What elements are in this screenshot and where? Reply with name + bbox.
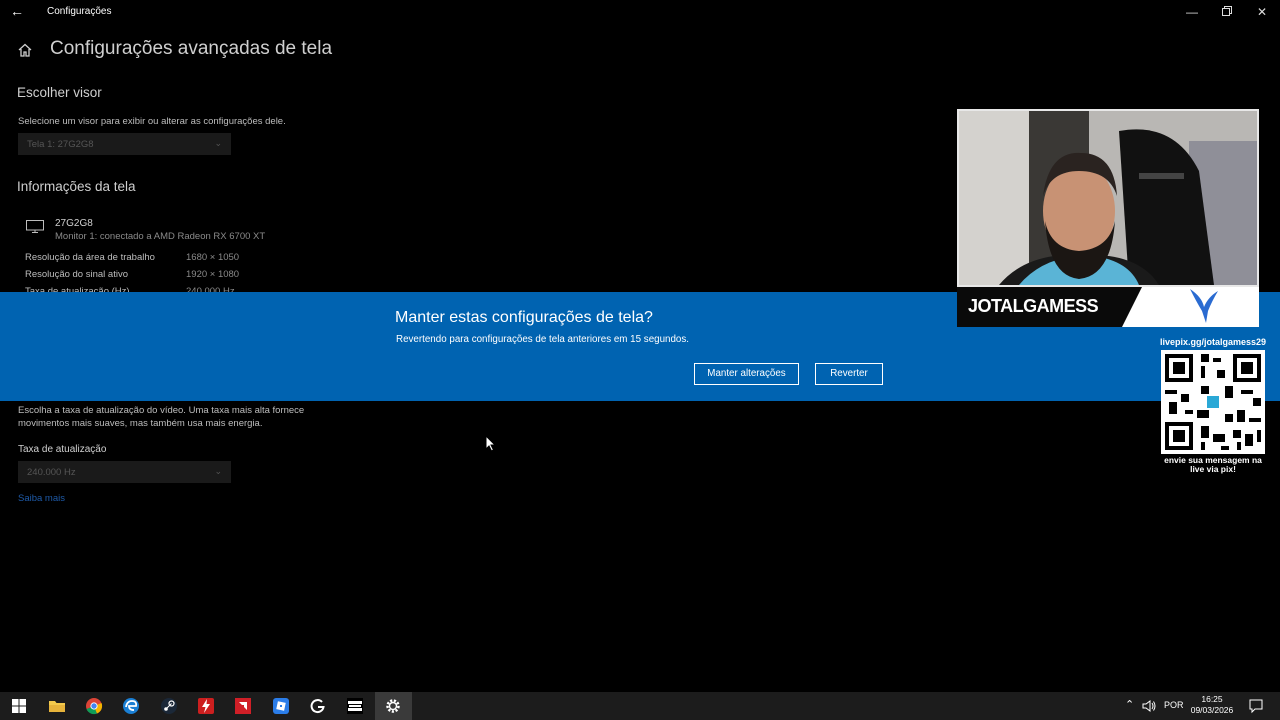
volume-icon[interactable] bbox=[1141, 698, 1157, 714]
refresh-description-line1: Escolha a taxa de atualização do vídeo. … bbox=[18, 405, 305, 416]
choose-display-description: Selecione um visor para exibir ou altera… bbox=[18, 116, 286, 127]
settings-icon[interactable] bbox=[384, 697, 402, 715]
clock[interactable]: 16:25 09/03/2026 bbox=[1190, 694, 1234, 716]
dialog-message: Revertendo para configurações de tela an… bbox=[396, 334, 690, 345]
edge-icon[interactable] bbox=[122, 697, 140, 715]
display-info-heading: Informações da tela bbox=[17, 179, 136, 194]
page-title: Configurações avançadas de tela bbox=[50, 38, 333, 59]
language-indicator[interactable]: POR bbox=[1164, 700, 1184, 710]
qr-code-icon bbox=[1161, 350, 1265, 454]
refresh-rate-select[interactable]: 240.000 Hz ⌄ bbox=[18, 461, 231, 483]
home-icon[interactable] bbox=[17, 42, 33, 58]
webcam-image bbox=[959, 111, 1257, 285]
streamer-name: JOTALGAMESS bbox=[968, 296, 1099, 316]
display-select-value: Tela 1: 27G2G8 bbox=[27, 139, 94, 150]
revert-button[interactable]: Reverter bbox=[815, 363, 883, 385]
logo-icon bbox=[1122, 287, 1218, 327]
choose-display-heading: Escolher visor bbox=[17, 85, 102, 100]
chevron-down-icon: ⌄ bbox=[214, 138, 222, 148]
name-bar-accent bbox=[1122, 287, 1259, 327]
webcam-overlay bbox=[957, 109, 1259, 287]
minimize-button[interactable]: — bbox=[1177, 2, 1207, 22]
info-label: Resolução da área de trabalho bbox=[25, 252, 155, 263]
chevron-down-icon: ⌄ bbox=[214, 466, 222, 476]
dialog-title: Manter estas configurações de tela? bbox=[395, 309, 653, 326]
streamer-name-bar: JOTALGAMESS bbox=[957, 287, 1259, 327]
chrome-icon[interactable] bbox=[85, 697, 103, 715]
clock-date: 09/03/2026 bbox=[1190, 705, 1234, 715]
info-value: 1920 × 1080 bbox=[186, 269, 240, 280]
qr-code bbox=[1161, 350, 1265, 454]
refresh-label: Taxa de atualização bbox=[18, 444, 107, 455]
monitor-icon bbox=[26, 220, 44, 233]
restore-button[interactable] bbox=[1212, 2, 1242, 22]
qr-title: livepix.gg/jotalgamess29 bbox=[1159, 337, 1267, 347]
chevron-up-icon[interactable]: ⌃ bbox=[1125, 698, 1134, 711]
monitor-name: 27G2G8 bbox=[55, 218, 93, 229]
restore-icon bbox=[1222, 6, 1232, 16]
info-value: 1680 × 1050 bbox=[186, 252, 240, 263]
roblox-icon[interactable] bbox=[272, 697, 290, 715]
call-of-duty-icon[interactable] bbox=[346, 697, 364, 715]
taskbar: ⌃ POR 16:25 09/03/2026 bbox=[0, 692, 1280, 720]
keep-changes-button[interactable]: Manter alterações bbox=[694, 363, 799, 385]
qr-overlay: livepix.gg/jotalgamess29 envie sua mensa… bbox=[1157, 335, 1269, 480]
mouse-cursor-icon bbox=[485, 435, 497, 452]
flash-app-icon[interactable] bbox=[197, 697, 215, 715]
qr-footer-line2: live via pix! bbox=[1190, 464, 1236, 474]
refresh-description-line2: movimentos mais suaves, mas também usa m… bbox=[18, 418, 263, 429]
file-explorer-icon[interactable] bbox=[48, 697, 66, 715]
back-arrow-icon[interactable]: ← bbox=[10, 3, 24, 19]
qr-footer: envie sua mensagem na live via pix! bbox=[1157, 456, 1269, 474]
steam-icon[interactable] bbox=[160, 697, 178, 715]
display-select[interactable]: Tela 1: 27G2G8 ⌄ bbox=[18, 133, 231, 155]
amd-icon[interactable] bbox=[234, 697, 252, 715]
window-title: Configurações bbox=[47, 6, 112, 17]
title-bar: ← Configurações — ✕ bbox=[0, 0, 1280, 24]
learn-more-link[interactable]: Saiba mais bbox=[18, 493, 65, 504]
close-button[interactable]: ✕ bbox=[1247, 2, 1277, 22]
info-label: Resolução do sinal ativo bbox=[25, 269, 128, 280]
notification-icon[interactable] bbox=[1248, 698, 1264, 714]
windows-start-icon[interactable] bbox=[10, 697, 28, 715]
refresh-rate-value: 240.000 Hz bbox=[27, 467, 76, 478]
logitech-g-icon[interactable] bbox=[309, 697, 327, 715]
clock-time: 16:25 bbox=[1201, 694, 1223, 704]
monitor-description: Monitor 1: conectado a AMD Radeon RX 670… bbox=[55, 231, 266, 242]
